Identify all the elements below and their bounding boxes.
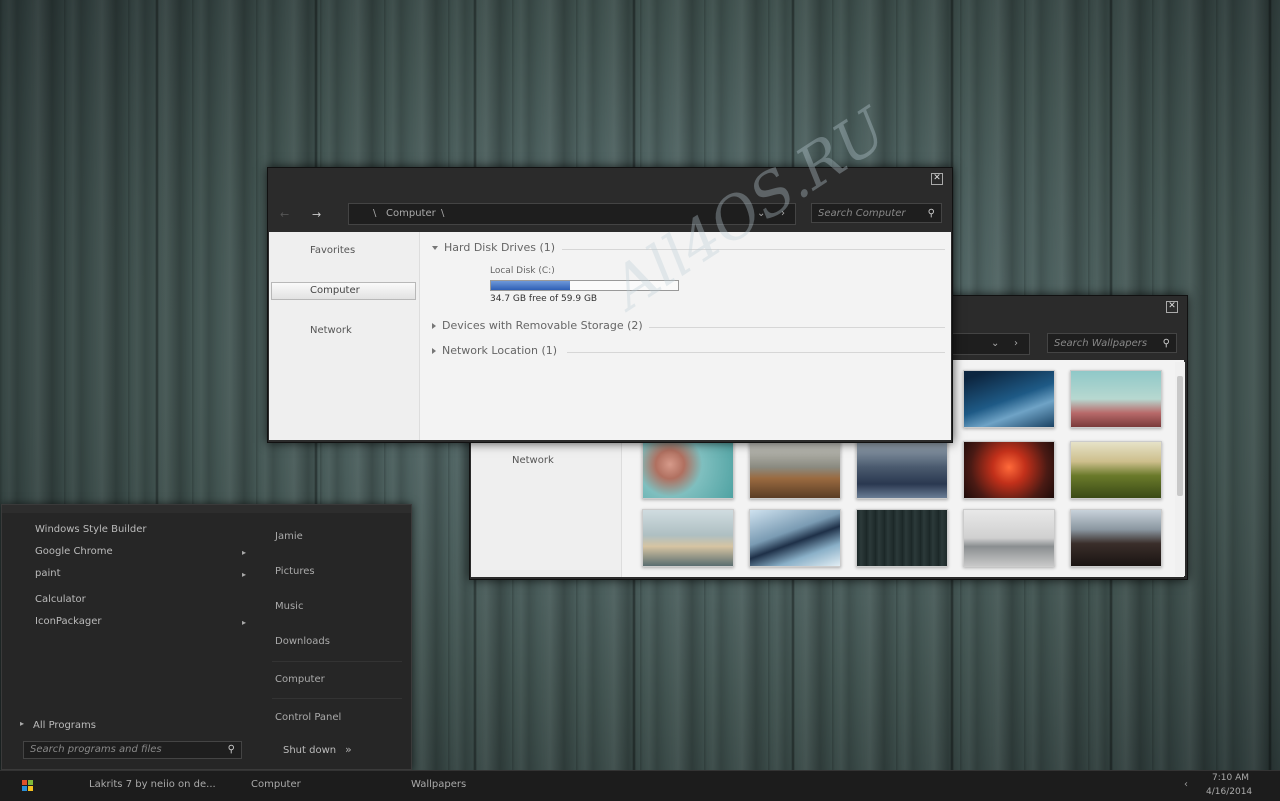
nav-item-computer-selected[interactable]: Computer	[271, 282, 416, 300]
start-button[interactable]	[22, 780, 33, 791]
close-icon[interactable]: ✕	[1166, 301, 1178, 313]
wallpaper-thumbnail[interactable]	[963, 441, 1055, 499]
nav-item-favorites[interactable]: Favorites	[310, 242, 419, 260]
nav-item-label: Computer	[310, 285, 360, 296]
wallpaper-thumbnail[interactable]	[963, 370, 1055, 428]
search-placeholder: Search Wallpapers	[1054, 338, 1148, 349]
search-icon[interactable]: ⚲	[1163, 334, 1170, 354]
place-item-computer[interactable]: Computer	[275, 674, 325, 685]
wallpaper-thumbnail[interactable]	[856, 441, 948, 499]
all-programs-arrow-icon[interactable]: ▸	[20, 719, 24, 728]
all-programs-link[interactable]: All Programs	[33, 720, 96, 731]
search-icon[interactable]: ⚲	[228, 742, 235, 758]
place-item-downloads[interactable]: Downloads	[275, 636, 330, 647]
group-header: Hard Disk Drives (1)	[444, 241, 556, 254]
search-placeholder: Search programs and files	[30, 744, 162, 755]
program-item[interactable]: Calculator	[35, 594, 86, 605]
tray-expand-icon[interactable]: ‹	[1184, 779, 1188, 790]
wallpaper-thumbnail[interactable]	[749, 509, 841, 567]
forward-arrow-icon[interactable]: →	[312, 208, 321, 221]
nav-item-network[interactable]: Network	[310, 322, 419, 340]
drive-usage-fill	[491, 281, 570, 290]
submenu-arrow-icon[interactable]: ▸	[242, 618, 246, 627]
program-item[interactable]: Google Chrome	[35, 546, 113, 557]
program-item[interactable]: IconPackager	[35, 616, 101, 627]
computer-window: ✕ ← → \ Computer \ ⌄ › Search Computer ⚲…	[267, 167, 953, 443]
group-divider	[649, 327, 945, 328]
wallpaper-thumbnail[interactable]	[749, 441, 841, 499]
scrollbar-thumb[interactable]	[1177, 376, 1183, 496]
address-separator: \	[441, 208, 445, 219]
search-icon[interactable]: ⚲	[928, 204, 935, 224]
program-item[interactable]: paint	[35, 568, 61, 579]
shutdown-button[interactable]: Shut down	[283, 745, 336, 756]
place-item-music[interactable]: Music	[275, 601, 303, 612]
chevron-right-icon[interactable]: ›	[1014, 334, 1018, 354]
group-removable-storage[interactable]: Devices with Removable Storage (2)	[432, 319, 945, 335]
taskbar-item[interactable]: Lakrits 7 by neiio on de...	[89, 779, 216, 790]
wallpaper-thumbnail[interactable]	[856, 509, 948, 567]
taskbar-item-wallpapers[interactable]: Wallpapers	[411, 779, 466, 790]
expand-arrow-icon	[432, 246, 438, 250]
drive-free-space: 34.7 GB free of 59.9 GB	[490, 294, 598, 304]
content-pane: Hard Disk Drives (1) Local Disk (C:) 34.…	[420, 232, 951, 440]
back-arrow-icon[interactable]: ←	[280, 208, 289, 221]
expand-arrow-icon	[432, 348, 436, 354]
clock-time[interactable]: 7:10 AM	[1212, 773, 1249, 783]
divider	[272, 661, 402, 662]
group-hard-disk-drives[interactable]: Hard Disk Drives (1)	[432, 241, 945, 257]
expand-arrow-icon	[432, 323, 436, 329]
chevron-right-icon[interactable]: ›	[781, 204, 785, 224]
taskbar: Lakrits 7 by neiio on de... Computer Wal…	[0, 770, 1280, 801]
search-input[interactable]: Search Wallpapers ⚲	[1047, 333, 1177, 353]
group-divider	[567, 352, 945, 353]
divider	[272, 698, 402, 699]
start-menu: Windows Style Builder Google Chrome ▸ pa…	[1, 504, 412, 770]
drive-name[interactable]: Local Disk (C:)	[490, 266, 555, 276]
start-search-input[interactable]: Search programs and files ⚲	[23, 741, 242, 759]
nav-item-network[interactable]: Network	[512, 452, 621, 470]
group-header: Devices with Removable Storage (2)	[442, 319, 643, 332]
wallpaper-thumbnail[interactable]	[1070, 441, 1162, 499]
search-placeholder: Search Computer	[818, 208, 906, 219]
taskbar-item-computer[interactable]: Computer	[251, 779, 301, 790]
place-item-pictures[interactable]: Pictures	[275, 566, 315, 577]
submenu-arrow-icon[interactable]: ▸	[242, 548, 246, 557]
start-menu-top-bar	[2, 505, 411, 513]
wallpaper-thumbnail[interactable]	[642, 509, 734, 567]
wallpaper-thumbnail[interactable]	[642, 441, 734, 499]
submenu-arrow-icon[interactable]: ▸	[242, 570, 246, 579]
shutdown-options-icon[interactable]: »	[345, 743, 352, 756]
vertical-scrollbar[interactable]	[1175, 362, 1185, 576]
navigation-pane: Favorites Computer Network	[269, 232, 420, 440]
place-item-user[interactable]: Jamie	[275, 531, 303, 542]
group-network-location[interactable]: Network Location (1)	[432, 344, 945, 360]
wallpaper-thumbnail[interactable]	[963, 509, 1055, 567]
wallpaper-thumbnail[interactable]	[1070, 370, 1162, 428]
clock-date[interactable]: 4/16/2014	[1206, 787, 1252, 797]
program-item[interactable]: Windows Style Builder	[35, 524, 146, 535]
search-input[interactable]: Search Computer ⚲	[811, 203, 942, 223]
chevron-down-icon[interactable]: ⌄	[757, 204, 765, 224]
place-item-control-panel[interactable]: Control Panel	[275, 712, 341, 723]
wallpaper-thumbnail[interactable]	[1070, 509, 1162, 567]
address-separator: \	[373, 208, 377, 219]
group-header: Network Location (1)	[442, 344, 558, 357]
chevron-down-icon[interactable]: ⌄	[991, 334, 999, 354]
drive-usage-bar	[490, 280, 679, 291]
windows-logo-icon	[22, 780, 27, 785]
breadcrumb-computer[interactable]: Computer	[386, 204, 436, 224]
address-bar[interactable]: \ Computer \ ⌄ ›	[348, 203, 796, 225]
group-divider	[562, 249, 945, 250]
close-icon[interactable]: ✕	[931, 173, 943, 185]
